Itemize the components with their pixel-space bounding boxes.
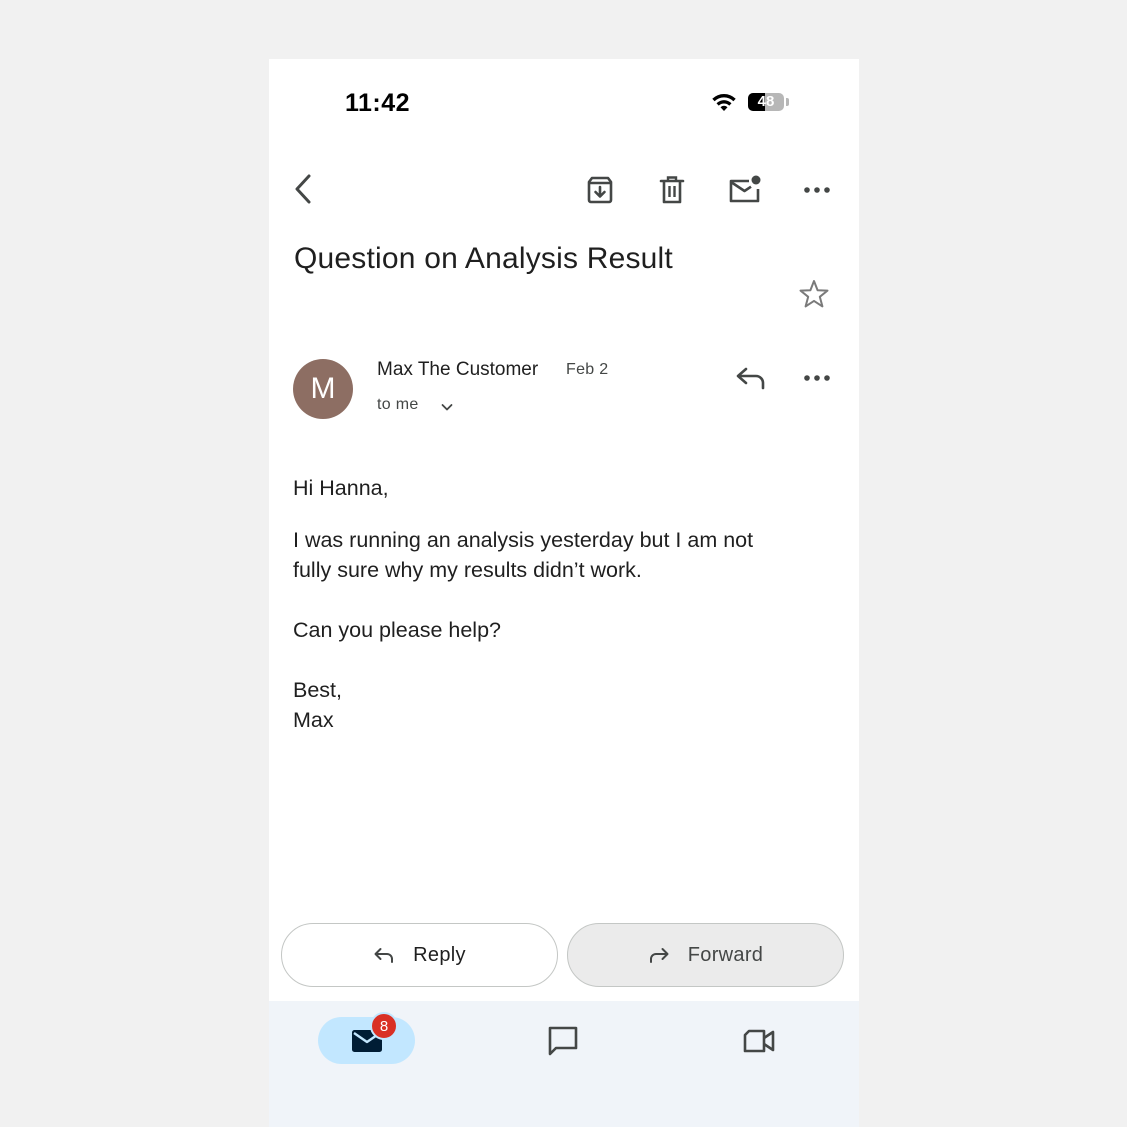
body-signoff: Best, Max <box>293 678 342 732</box>
reply-icon <box>736 367 765 390</box>
back-button[interactable] <box>287 171 319 207</box>
sender-name[interactable]: Max The Customer <box>377 359 538 381</box>
reply-button[interactable]: Reply <box>281 923 558 987</box>
email-date: Feb 2 <box>566 361 609 378</box>
forward-icon <box>649 948 669 963</box>
email-subject: Question on Analysis Result <box>294 242 673 275</box>
wifi-icon <box>712 94 736 111</box>
archive-button[interactable] <box>581 171 619 209</box>
bottom-navigation: 8 <box>269 1001 859 1127</box>
battery-cap <box>786 98 789 106</box>
message-more-button[interactable] <box>799 363 835 393</box>
body-paragraph: I was running an analysis yesterday but … <box>293 528 754 582</box>
nav-meet-tab[interactable] <box>741 1023 777 1059</box>
back-arrow-icon <box>295 174 311 204</box>
more-horizontal-icon <box>804 375 830 381</box>
unread-count-badge: 8 <box>370 1012 398 1040</box>
status-time: 11:42 <box>345 89 411 117</box>
more-options-button[interactable] <box>799 173 835 207</box>
battery-level: 48 <box>757 93 775 110</box>
meet-icon <box>743 1029 775 1053</box>
mark-unread-icon <box>729 175 761 203</box>
star-icon <box>799 280 829 308</box>
archive-icon <box>587 176 613 204</box>
nav-mail-tab[interactable] <box>318 1017 415 1064</box>
more-horizontal-icon <box>804 187 830 193</box>
star-button[interactable] <box>795 275 833 313</box>
battery-indicator: 48 <box>748 93 784 111</box>
body-paragraph: Can you please help? <box>293 618 501 642</box>
screenshot-frame: 11:42 48 Question on Analysis Result M M… <box>0 0 1127 1127</box>
reply-icon <box>374 948 394 963</box>
mark-unread-button[interactable] <box>725 171 765 209</box>
nav-chat-tab[interactable] <box>545 1023 581 1059</box>
chat-icon <box>548 1026 578 1056</box>
forward-button[interactable]: Forward <box>567 923 844 987</box>
sender-avatar[interactable]: M <box>293 359 353 419</box>
phone-screen: 11:42 48 Question on Analysis Result M M… <box>269 59 859 1127</box>
body-greeting: Hi Hanna, <box>293 476 389 500</box>
reply-icon-button[interactable] <box>733 361 769 395</box>
recipient-label[interactable]: to me <box>377 396 419 414</box>
reply-label: Reply <box>413 943 466 966</box>
trash-icon <box>659 176 685 204</box>
forward-label: Forward <box>687 943 764 966</box>
delete-button[interactable] <box>653 171 691 209</box>
chevron-down-icon[interactable] <box>439 399 455 415</box>
